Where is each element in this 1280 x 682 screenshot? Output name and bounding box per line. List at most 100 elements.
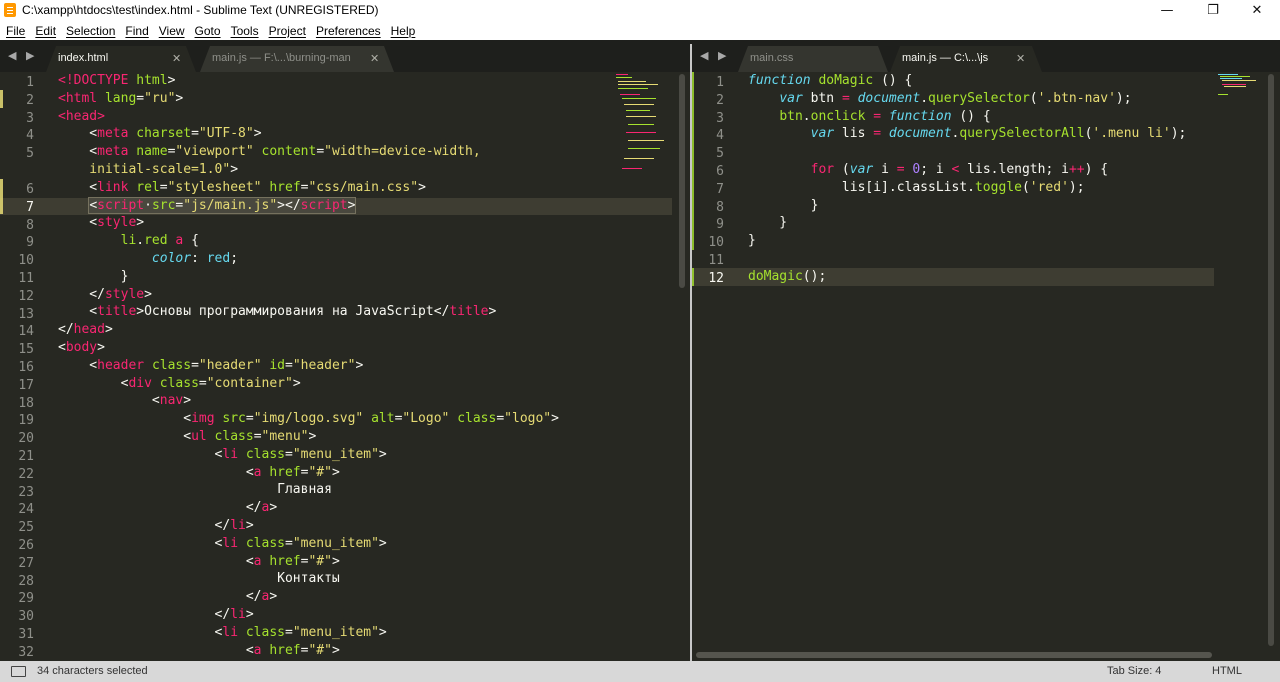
line-number: 6 bbox=[716, 164, 724, 179]
line-number-gutter: 1 2 3 4 5 6 7 8 9 10 11 12 bbox=[692, 72, 736, 661]
line-number: 2 bbox=[716, 92, 724, 108]
selection-status: 34 characters selected bbox=[37, 665, 148, 677]
line-number: 21 bbox=[18, 449, 34, 464]
right-tab-bar: ◀ ▶ main.css main.js — C:\...\js ✕ bbox=[692, 44, 1280, 72]
line-number: 3 bbox=[26, 110, 34, 126]
line-number: 4 bbox=[716, 128, 724, 144]
line-number-current: 7 bbox=[26, 199, 34, 215]
code-area-index-html[interactable]: <!DOCTYPE html> <html lang="ru"> <head> … bbox=[58, 72, 559, 659]
line-number: 30 bbox=[18, 609, 34, 625]
menu-tools[interactable]: Tools bbox=[231, 24, 259, 38]
menu-bar: File Edit Selection Find View Goto Tools… bbox=[0, 21, 1280, 40]
minimap-line bbox=[628, 124, 654, 125]
tab-nav-arrows-icon[interactable]: ◀ ▶ bbox=[700, 49, 729, 62]
horizontal-scrollbar[interactable] bbox=[696, 652, 1212, 658]
line-number: 31 bbox=[18, 627, 34, 642]
minimap-line bbox=[628, 148, 660, 149]
minimap[interactable] bbox=[612, 72, 672, 172]
tab-close-icon[interactable]: ✕ bbox=[172, 52, 181, 65]
line-number-current: 12 bbox=[708, 270, 724, 286]
menu-help[interactable]: Help bbox=[391, 24, 416, 38]
line-number: 3 bbox=[716, 110, 724, 126]
line-number: 1 bbox=[716, 75, 724, 90]
line-number: 22 bbox=[18, 466, 34, 482]
left-tab-bar: ◀ ▶ index.html ✕ main.js — F:\...\burnin… bbox=[0, 44, 690, 72]
line-number: 32 bbox=[18, 644, 34, 660]
line-number: 17 bbox=[18, 377, 34, 393]
line-number: 5 bbox=[716, 146, 724, 162]
line-number: 26 bbox=[18, 538, 34, 553]
line-number: 9 bbox=[716, 217, 724, 233]
line-number: 8 bbox=[26, 217, 34, 233]
menu-selection[interactable]: Selection bbox=[66, 24, 115, 38]
editor-pane-index-html[interactable]: 1 2 3 4 5 6 7 8 9 10 11 12 13 14 15 16 1… bbox=[0, 72, 690, 661]
tab-size-status[interactable]: Tab Size: 4 bbox=[1107, 665, 1161, 677]
tab-index-html[interactable]: index.html ✕ bbox=[46, 46, 196, 72]
minimap-line bbox=[626, 110, 650, 111]
menu-preferences[interactable]: Preferences bbox=[316, 24, 381, 38]
menu-project[interactable]: Project bbox=[269, 24, 306, 38]
tab-label: index.html bbox=[58, 52, 109, 64]
minimap[interactable] bbox=[1216, 72, 1272, 172]
sublime-logo-icon bbox=[4, 3, 16, 17]
line-number: 11 bbox=[708, 253, 724, 268]
window-title: C:\xampp\htdocs\test\index.html - Sublim… bbox=[22, 3, 379, 17]
line-number: 12 bbox=[18, 288, 34, 304]
minimap-line bbox=[618, 84, 658, 85]
line-number-gutter: 1 2 3 4 5 6 7 8 9 10 11 12 13 14 15 16 1… bbox=[0, 72, 46, 661]
maximize-button[interactable]: ❐ bbox=[1190, 0, 1236, 21]
tab-main-js-burning-man[interactable]: main.js — F:\...\burning-man ✕ bbox=[200, 46, 394, 72]
minimap-line bbox=[1218, 74, 1238, 75]
line-number: 2 bbox=[26, 92, 34, 108]
line-number: 29 bbox=[18, 591, 34, 607]
line-number: 15 bbox=[18, 342, 34, 358]
minimap-line bbox=[616, 74, 628, 75]
menu-edit[interactable]: Edit bbox=[35, 24, 56, 38]
vertical-scrollbar[interactable] bbox=[1268, 74, 1274, 646]
tab-label: main.css bbox=[750, 52, 794, 64]
tab-main-css[interactable]: main.css bbox=[738, 46, 888, 72]
minimap-line bbox=[624, 158, 654, 159]
minimap-line bbox=[618, 88, 648, 89]
line-number: 23 bbox=[18, 484, 34, 500]
minimap-line bbox=[1218, 94, 1228, 95]
minimize-button[interactable]: — bbox=[1144, 0, 1190, 21]
line-number: 4 bbox=[26, 128, 34, 144]
minimap-line bbox=[1224, 86, 1246, 87]
editor-pane-main-js[interactable]: 1 2 3 4 5 6 7 8 9 10 11 12 function doMa… bbox=[692, 72, 1280, 661]
line-number: 6 bbox=[26, 182, 34, 197]
vertical-scrollbar[interactable] bbox=[679, 74, 685, 288]
code-area-main-js[interactable]: function doMagic () { var btn = document… bbox=[748, 72, 1186, 286]
line-number: 7 bbox=[716, 181, 724, 197]
line-number: 24 bbox=[18, 502, 34, 518]
minimap-line bbox=[626, 116, 656, 117]
minimap-line bbox=[1220, 76, 1250, 77]
line-number: 28 bbox=[18, 573, 34, 589]
line-number: 16 bbox=[18, 360, 34, 375]
minimap-line bbox=[1222, 84, 1246, 85]
menu-goto[interactable]: Goto bbox=[195, 24, 221, 38]
tab-main-js[interactable]: main.js — C:\...\js ✕ bbox=[890, 46, 1042, 72]
status-bar: 34 characters selected Tab Size: 4 HTML bbox=[0, 661, 1280, 682]
tab-nav-arrows-icon[interactable]: ◀ ▶ bbox=[8, 49, 37, 62]
line-number: 13 bbox=[18, 306, 34, 322]
line-number: 11 bbox=[18, 271, 34, 286]
minimap-line bbox=[622, 98, 656, 99]
menu-file[interactable]: File bbox=[6, 24, 25, 38]
syntax-status[interactable]: HTML bbox=[1212, 665, 1242, 677]
menu-view[interactable]: View bbox=[159, 24, 185, 38]
close-window-button[interactable]: ✕ bbox=[1234, 0, 1280, 21]
line-number: 8 bbox=[716, 199, 724, 215]
line-number: 20 bbox=[18, 431, 34, 447]
line-number: 25 bbox=[18, 520, 34, 536]
minimap-line bbox=[622, 168, 642, 169]
menu-find[interactable]: Find bbox=[125, 24, 148, 38]
tab-label: main.js — C:\...\js bbox=[902, 52, 989, 64]
line-number: 14 bbox=[18, 324, 34, 340]
tab-close-icon[interactable]: ✕ bbox=[370, 52, 379, 65]
tab-close-icon[interactable]: ✕ bbox=[1016, 52, 1025, 65]
minimap-line bbox=[616, 77, 632, 78]
minimap-line bbox=[1220, 78, 1242, 79]
line-number: 1 bbox=[26, 75, 34, 90]
panel-toggle-icon[interactable] bbox=[11, 666, 26, 677]
